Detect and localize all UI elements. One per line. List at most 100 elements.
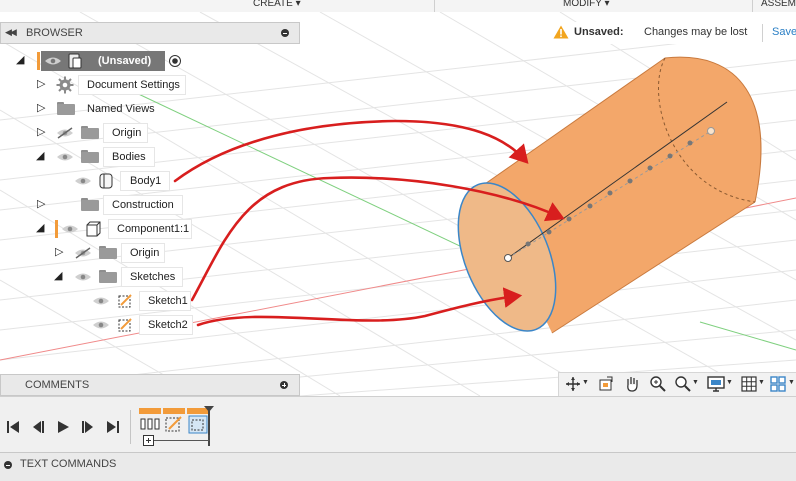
tree-item-construction[interactable]: ▷ Construction <box>0 194 300 216</box>
tree-item-label[interactable]: Sketch2 <box>148 319 188 331</box>
folder-icon <box>99 270 117 283</box>
unsaved-status-bar: Unsaved: Changes may be lost Save <box>553 22 796 44</box>
tree-item-label[interactable]: Origin <box>130 247 159 259</box>
tree-item-label[interactable]: Named Views <box>87 103 155 115</box>
viewports-icon[interactable] <box>769 375 787 393</box>
expanded-triangle-icon[interactable]: ◢ <box>54 271 62 282</box>
folder-icon <box>81 198 99 211</box>
timeline-divider <box>130 410 131 444</box>
create-menu[interactable]: CREATE ▾ <box>253 0 301 9</box>
panel-pin-icon[interactable] <box>281 29 289 37</box>
chevron-down-icon[interactable]: ▼ <box>726 379 733 386</box>
eye-hidden-icon[interactable] <box>74 247 92 259</box>
eye-icon[interactable] <box>61 223 79 235</box>
collapse-panel-icon[interactable]: ◀◀ <box>5 27 17 38</box>
look-at-icon[interactable] <box>598 376 614 392</box>
active-indicator <box>37 52 40 70</box>
comments-title: COMMENTS <box>25 379 90 391</box>
tree-item-component-origin[interactable]: ▷ Origin <box>0 242 300 264</box>
chevron-down-icon[interactable]: ▼ <box>692 379 699 386</box>
go-to-end-icon[interactable] <box>106 420 120 434</box>
play-icon[interactable] <box>56 420 70 434</box>
pan-hand-icon[interactable] <box>623 375 641 393</box>
expanded-triangle-icon[interactable]: ◢ <box>16 55 24 66</box>
collapsed-triangle-icon[interactable]: ▷ <box>37 103 45 114</box>
tree-item-label[interactable]: Sketches <box>130 271 175 283</box>
collapsed-triangle-icon[interactable]: ▷ <box>37 199 45 210</box>
folder-icon <box>81 126 99 139</box>
step-back-icon[interactable] <box>31 420 45 434</box>
tree-item-sketches[interactable]: ◢ Sketches <box>0 266 300 288</box>
orbit-icon[interactable] <box>565 376 581 392</box>
collapsed-triangle-icon[interactable]: ▷ <box>55 247 63 258</box>
activate-radio-icon[interactable] <box>168 54 182 68</box>
zoom-window-icon[interactable] <box>674 375 692 393</box>
chevron-down-icon[interactable]: ▼ <box>758 379 765 386</box>
collapse-panel-icon[interactable] <box>4 461 12 469</box>
unsaved-label: Unsaved: <box>574 26 624 38</box>
tree-item-label[interactable]: Document Settings <box>87 79 180 91</box>
component-group-bracket[interactable] <box>143 435 211 447</box>
step-forward-icon[interactable] <box>81 420 95 434</box>
eye-hidden-icon[interactable] <box>56 127 74 139</box>
assemble-menu[interactable]: ASSEM <box>761 0 796 9</box>
collapsed-triangle-icon[interactable]: ▷ <box>37 79 45 90</box>
navigation-toolbar: ▼ ▼ ▼ ▼ ▼ <box>558 372 796 396</box>
tree-item-label[interactable]: Sketch1 <box>148 295 188 307</box>
display-settings-icon[interactable] <box>707 375 725 393</box>
eye-icon[interactable] <box>56 151 74 163</box>
tree-item-origin[interactable]: ▷ Origin <box>0 122 300 144</box>
folder-icon <box>57 102 75 115</box>
warning-icon <box>553 25 569 39</box>
tree-item-component[interactable]: ◢ Component1:1 <box>0 218 300 240</box>
add-comment-icon[interactable] <box>280 381 288 389</box>
unsaved-message: Changes may be lost <box>644 26 748 38</box>
toolbar-divider <box>752 0 753 12</box>
eye-icon[interactable] <box>74 271 92 283</box>
sketch-icon <box>118 294 132 308</box>
tree-item-named-views[interactable]: ▷ Named Views <box>0 98 300 120</box>
zoom-icon[interactable] <box>649 375 667 393</box>
root-label[interactable]: (Unsaved) <box>98 55 151 67</box>
tree-item-sketch2[interactable]: Sketch2 <box>0 314 300 336</box>
text-commands-title: TEXT COMMANDS <box>20 458 117 470</box>
browser-title: BROWSER <box>26 27 83 39</box>
eye-icon[interactable] <box>44 55 62 67</box>
chevron-down-icon[interactable]: ▼ <box>788 379 795 386</box>
tree-root[interactable]: ◢ (Unsaved) <box>0 50 300 72</box>
gear-icon <box>56 76 74 94</box>
tree-item-label[interactable]: Construction <box>112 199 174 211</box>
collapsed-triangle-icon[interactable]: ▷ <box>37 127 45 138</box>
toolbar-divider <box>434 0 435 12</box>
expanded-triangle-icon[interactable]: ◢ <box>36 223 44 234</box>
tree-item-label[interactable]: Body1 <box>130 175 161 187</box>
go-to-start-icon[interactable] <box>6 420 20 434</box>
tree-item-label[interactable]: Bodies <box>112 151 146 163</box>
sketch-end-point[interactable] <box>707 127 715 135</box>
grid-settings-icon[interactable] <box>740 375 758 393</box>
pattern-feature-icon[interactable] <box>139 408 161 434</box>
timeline-bar <box>0 396 796 453</box>
text-commands-bar[interactable]: TEXT COMMANDS <box>0 452 796 481</box>
browser-panel-header[interactable]: ◀◀ BROWSER <box>0 22 300 44</box>
sketch-feature-icon[interactable] <box>163 408 185 434</box>
body-icon <box>99 173 113 189</box>
tree-item-document-settings[interactable]: ▷ Document Settings <box>0 74 300 96</box>
tree-item-label[interactable]: Origin <box>112 127 141 139</box>
eye-icon[interactable] <box>92 319 110 331</box>
status-divider <box>762 24 763 42</box>
folder-icon <box>99 246 117 259</box>
tree-item-sketch1[interactable]: Sketch1 <box>0 290 300 312</box>
save-link[interactable]: Save <box>772 26 796 38</box>
tree-item-label[interactable]: Component1:1 <box>117 223 189 235</box>
component-icon <box>86 221 101 237</box>
eye-icon[interactable] <box>74 175 92 187</box>
comments-panel-header[interactable]: COMMENTS <box>0 374 300 396</box>
expanded-triangle-icon[interactable]: ◢ <box>36 151 44 162</box>
tree-item-bodies[interactable]: ◢ Bodies <box>0 146 300 168</box>
modify-menu[interactable]: MODIFY ▾ <box>563 0 610 9</box>
eye-icon[interactable] <box>92 295 110 307</box>
chevron-down-icon[interactable]: ▼ <box>582 379 589 386</box>
sketch-origin-point[interactable] <box>504 254 512 262</box>
tree-item-body1[interactable]: Body1 <box>0 170 300 192</box>
